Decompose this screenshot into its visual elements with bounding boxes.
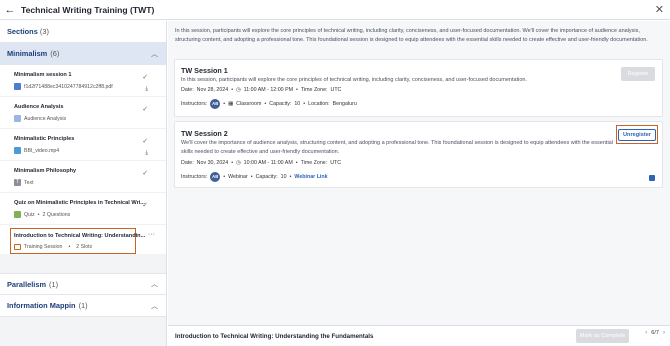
- item-subtitle: T Text: [14, 179, 34, 186]
- training-description: In this session, participants will explo…: [175, 28, 648, 43]
- session-description: We'll cover the importance of audience a…: [181, 140, 613, 155]
- session-card: TW Session 1 In this session, participan…: [174, 59, 663, 117]
- download-icon[interactable]: ⤓: [145, 86, 148, 93]
- unregister-button-highlight: Unregister: [616, 125, 658, 144]
- sections-count: (3): [39, 27, 49, 36]
- clock-icon: ◷: [236, 87, 241, 93]
- item-subtitle: Training Session • 2 Slots: [14, 244, 135, 250]
- session-instructor-row: Instructors: AB • ▦ Classroom • Capacity…: [181, 99, 357, 109]
- title-bar: ← Technical Writing Training (TWT) ✕: [0, 0, 670, 20]
- list-item[interactable]: Audience Analysis Audience Analysis ✓: [0, 97, 166, 129]
- page-indicator: 6/7: [651, 330, 659, 336]
- video-icon: [14, 147, 21, 154]
- session-description: In this session, participants will explo…: [181, 77, 527, 83]
- close-icon[interactable]: ✕: [655, 3, 664, 16]
- list-item[interactable]: Quiz on Minimalistic Principles in Techn…: [0, 193, 166, 225]
- chevron-up-icon[interactable]: ︿: [151, 49, 158, 59]
- next-icon[interactable]: ›: [663, 330, 665, 336]
- item-title: Introduction to Technical Writing: Under…: [14, 233, 146, 239]
- item-subtitle: Quiz • 2 Questions: [14, 211, 166, 218]
- check-icon: ✓: [142, 106, 148, 113]
- section-count: (1): [49, 279, 59, 289]
- section-parallelism-wrap: Parallelism (1) ︿ Information Mappin (1)…: [0, 273, 166, 317]
- previous-icon[interactable]: ‹: [645, 330, 647, 336]
- download-icon[interactable]: ⤓: [145, 150, 148, 157]
- mark-complete-button[interactable]: Mark as Complete: [576, 329, 629, 343]
- list-item[interactable]: Minimalism session 1 f1d2f71488ec3410247…: [0, 65, 166, 97]
- section-count: (6): [50, 49, 60, 58]
- section-title: Information Mappin: [7, 301, 76, 310]
- pagination: ‹ 6/7 ›: [645, 330, 665, 336]
- session-title: TW Session 2: [181, 129, 228, 138]
- sections-label: Sections: [7, 27, 38, 36]
- check-icon: ✓: [142, 170, 148, 177]
- content-area: In this session, participants will explo…: [168, 21, 670, 325]
- text-icon: T: [14, 179, 21, 186]
- section-items: Minimalism session 1 f1d2f71488ec3410247…: [0, 65, 166, 254]
- item-subtitle: BBI_video.mp4: [14, 147, 166, 154]
- training-session-icon: [14, 244, 21, 250]
- quiz-icon: [14, 211, 21, 218]
- sections-header: Sections (3): [0, 21, 166, 43]
- section-count: (1): [78, 301, 88, 310]
- audio-icon: [14, 115, 21, 122]
- session-card: TW Session 2 We'll cover the importance …: [174, 121, 663, 188]
- section-title: Minimalism: [7, 49, 48, 58]
- check-icon: ✓: [142, 202, 148, 209]
- course-title: Technical Writing Training (TWT): [21, 4, 155, 15]
- session-instructor-row: Instructors: AB • Webinar • Capacity: 10…: [181, 172, 328, 182]
- section-minimalism[interactable]: Minimalism (6) ︿: [0, 43, 166, 65]
- chevron-up-icon[interactable]: ︿: [151, 301, 158, 311]
- session-date-row: Date: Nov 28, 2024 • ◷ 11:00 AM - 12:00 …: [181, 87, 342, 93]
- sections-sidebar: Sections (3) Minimalism (6) ︿ Minimalism…: [0, 21, 167, 346]
- unregister-button[interactable]: Unregister: [618, 128, 656, 141]
- list-item[interactable]: Minimalistic Principles BBI_video.mp4 ✓ …: [0, 129, 166, 161]
- list-item-selected[interactable]: Introduction to Technical Writing: Under…: [10, 228, 155, 254]
- item-subtitle: Audience Analysis: [14, 115, 166, 122]
- clock-icon: ◷: [236, 160, 241, 166]
- list-item[interactable]: Minimalism Philosophy T Text ✓: [0, 161, 166, 193]
- webinar-link[interactable]: Webinar Link: [294, 174, 327, 180]
- avatar: AB: [210, 99, 221, 109]
- more-options-icon[interactable]: ···: [148, 231, 155, 238]
- check-icon: ✓: [142, 74, 148, 81]
- footer-bar: Introduction to Technical Writing: Under…: [168, 325, 670, 346]
- item-subtitle: f1d2f71488ec3410247784912c2ff8.pdf: [14, 83, 166, 90]
- session-title: TW Session 1: [181, 66, 228, 75]
- classroom-icon: ▦: [228, 101, 234, 107]
- register-button[interactable]: Register: [621, 67, 655, 81]
- section-information-mapping[interactable]: Information Mappin (1) ︿: [0, 295, 166, 317]
- check-icon: ✓: [142, 138, 148, 145]
- calendar-icon[interactable]: [649, 175, 655, 181]
- session-date-row: Date: Nov 30, 2024 • ◷ 10:00 AM - 11:00 …: [181, 160, 342, 166]
- section-parallelism[interactable]: Parallelism (1) ︿: [0, 273, 166, 295]
- avatar: AB: [210, 172, 221, 182]
- back-arrow-icon[interactable]: ←: [0, 4, 20, 16]
- pdf-file-icon: [14, 83, 21, 90]
- section-title: Parallelism: [7, 279, 47, 289]
- current-item-title: Introduction to Technical Writing: Under…: [175, 332, 374, 340]
- chevron-up-icon[interactable]: ︿: [151, 279, 158, 289]
